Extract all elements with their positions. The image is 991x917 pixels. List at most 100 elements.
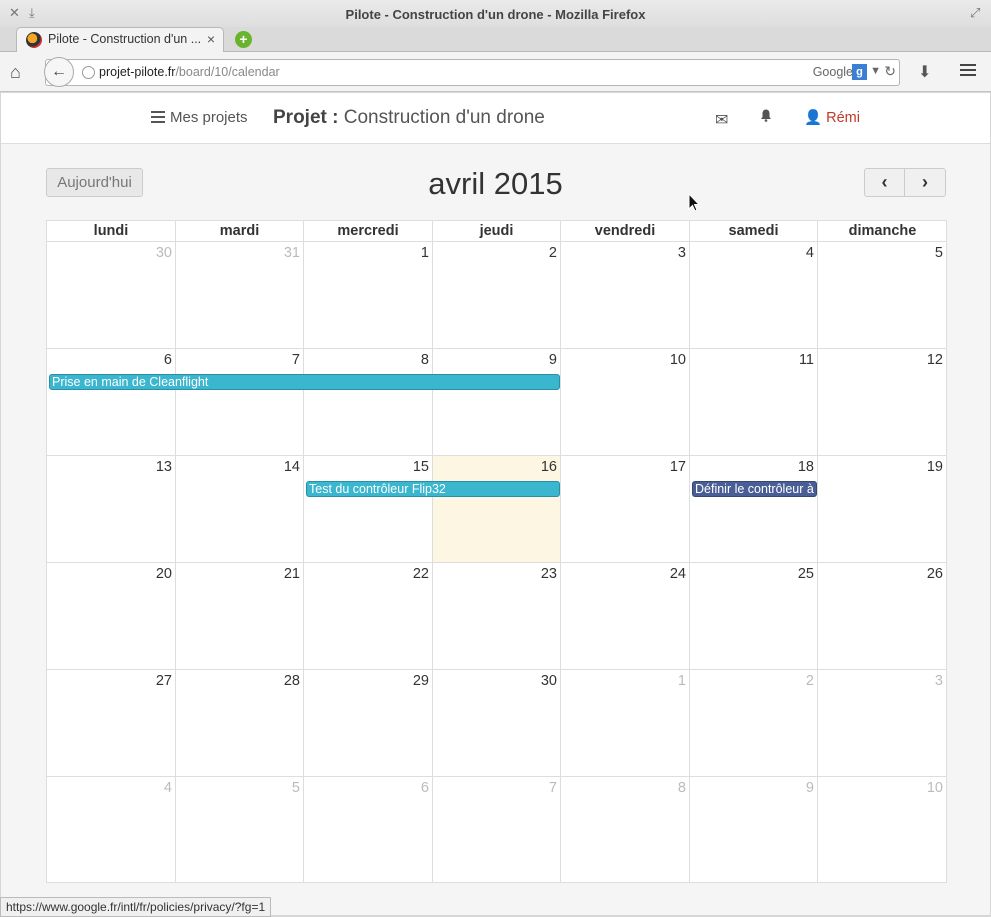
day-cell[interactable]: 23 — [433, 563, 561, 669]
maximize-window-icon[interactable]: ⤢ — [970, 5, 980, 21]
google-icon[interactable]: g — [852, 64, 867, 80]
url-text[interactable]: projet-pilote.fr/board/10/calendar — [99, 65, 280, 79]
day-cell[interactable]: 24 — [561, 563, 690, 669]
day-number: 21 — [283, 566, 300, 582]
reload-icon[interactable]: ↻ — [884, 63, 896, 80]
day-cell[interactable]: 20 — [47, 563, 176, 669]
day-cell[interactable]: 13 — [47, 456, 176, 562]
day-number: 23 — [540, 566, 557, 582]
tab-label: Pilote - Construction d'un ... — [48, 32, 202, 46]
url-bar[interactable]: projet-pilote.fr/board/10/calendar Googl… — [45, 59, 900, 86]
day-number: 18 — [797, 459, 814, 475]
day-number: 26 — [926, 566, 943, 582]
day-cell[interactable]: 4 — [690, 242, 818, 348]
day-cell[interactable]: 22 — [304, 563, 433, 669]
my-projects-label: Mes projets — [170, 109, 248, 126]
day-number: 3 — [934, 673, 943, 689]
day-number: 16 — [540, 459, 557, 475]
search-engine-label[interactable]: Google — [813, 65, 853, 79]
day-cell[interactable]: 6 — [304, 777, 433, 883]
new-tab-icon[interactable]: + — [235, 31, 252, 48]
day-cell[interactable]: 7 — [433, 777, 561, 883]
week-row: 6 7 8 9 10 11 12 Prise en main de Cleanflight — [46, 348, 947, 455]
day-cell[interactable]: 1 — [304, 242, 433, 348]
day-number: 4 — [805, 245, 814, 261]
day-cell[interactable]: 25 — [690, 563, 818, 669]
day-cell[interactable]: 12 — [818, 349, 947, 455]
day-number: 6 — [163, 352, 172, 368]
day-cell[interactable]: 9 — [433, 349, 561, 455]
day-cell[interactable]: 30 — [47, 242, 176, 348]
day-cell[interactable]: 6 — [47, 349, 176, 455]
day-number: 17 — [669, 459, 686, 475]
day-number: 7 — [548, 780, 557, 796]
day-cell[interactable]: 9 — [690, 777, 818, 883]
day-cell[interactable]: 17 — [561, 456, 690, 562]
day-cell[interactable]: 27 — [47, 670, 176, 776]
weekday-mardi: mardi — [176, 221, 304, 241]
calendar-event[interactable]: Prise en main de Cleanflight — [49, 374, 560, 390]
back-button[interactable]: ← — [44, 57, 74, 87]
weekday-header: lundi mardi mercredi jeudi vendredi samedi dim… — [46, 220, 947, 241]
day-cell[interactable]: 31 — [176, 242, 304, 348]
day-cell[interactable]: 1 — [561, 670, 690, 776]
calendar-grid: lundi mardi mercredi jeudi vendredi samedi dim… — [46, 220, 947, 883]
day-cell[interactable]: 3 — [561, 242, 690, 348]
day-cell[interactable]: 8 — [304, 349, 433, 455]
day-cell[interactable]: 2 — [433, 242, 561, 348]
day-cell[interactable]: 18 — [690, 456, 818, 562]
week-row: 13 14 15 16 17 18 19 Test du contrôleur Flip32 D… — [46, 455, 947, 562]
day-cell[interactable]: 5 — [176, 777, 304, 883]
download-icon[interactable]: ⬇ — [918, 62, 931, 82]
calendar-event[interactable]: Définir le contrôleur à utiliser — [692, 481, 817, 497]
mail-icon[interactable]: ✉ — [715, 110, 728, 130]
day-cell[interactable]: 26 — [818, 563, 947, 669]
day-cell[interactable]: 3 — [818, 670, 947, 776]
day-cell[interactable]: 11 — [690, 349, 818, 455]
day-number: 3 — [677, 245, 686, 261]
day-cell[interactable]: 4 — [47, 777, 176, 883]
week-row: 27 28 29 30 1 2 3 — [46, 669, 947, 776]
user-menu[interactable]: 👤 Rémi — [804, 109, 860, 126]
day-cell[interactable]: 15 — [304, 456, 433, 562]
day-cell[interactable]: 30 — [433, 670, 561, 776]
next-month-button[interactable]: › — [905, 169, 945, 196]
dropdown-arrow-icon[interactable]: ▼ — [870, 65, 881, 77]
day-cell[interactable]: 10 — [818, 777, 947, 883]
weekday-vendredi: vendredi — [561, 221, 690, 241]
day-number: 5 — [934, 245, 943, 261]
day-number: 1 — [677, 673, 686, 689]
weekday-dimanche: dimanche — [848, 223, 917, 239]
day-number: 30 — [540, 673, 557, 689]
day-cell[interactable]: 28 — [176, 670, 304, 776]
day-number: 14 — [283, 459, 300, 475]
day-cell[interactable]: 21 — [176, 563, 304, 669]
day-cell-today[interactable]: 16 — [433, 456, 561, 562]
day-cell[interactable]: 19 — [818, 456, 947, 562]
my-projects-link[interactable]: Mes projets — [151, 109, 248, 126]
day-number: 4 — [163, 780, 172, 796]
home-icon[interactable]: ⌂ — [10, 62, 21, 83]
day-cell[interactable]: 8 — [561, 777, 690, 883]
weekday-mercredi: mercredi — [304, 221, 433, 241]
day-cell[interactable]: 2 — [690, 670, 818, 776]
day-number: 8 — [677, 780, 686, 796]
hamburger-menu-icon[interactable] — [960, 64, 976, 79]
day-cell[interactable]: 29 — [304, 670, 433, 776]
tab-close-icon[interactable]: × — [207, 31, 215, 47]
day-number: 15 — [412, 459, 429, 475]
day-cell[interactable]: 5 — [818, 242, 947, 348]
nav-toolbar: ⌂ projet-pilote.fr/board/10/calendar Goo… — [0, 52, 991, 92]
day-cell[interactable]: 14 — [176, 456, 304, 562]
day-number: 10 — [669, 352, 686, 368]
tab-pilote[interactable]: Pilote - Construction d'un ... × — [16, 27, 224, 52]
day-cell[interactable]: 7 — [176, 349, 304, 455]
globe-icon — [82, 66, 95, 79]
bell-icon[interactable] — [760, 109, 772, 122]
calendar-event[interactable]: Test du contrôleur Flip32 — [306, 481, 560, 497]
day-cell[interactable]: 10 — [561, 349, 690, 455]
project-title: Projet : Construction d'un drone — [273, 107, 545, 129]
previous-month-button[interactable]: ‹ — [865, 169, 905, 196]
weekday-lundi: lundi — [47, 221, 176, 241]
mouse-cursor-icon — [688, 193, 700, 212]
